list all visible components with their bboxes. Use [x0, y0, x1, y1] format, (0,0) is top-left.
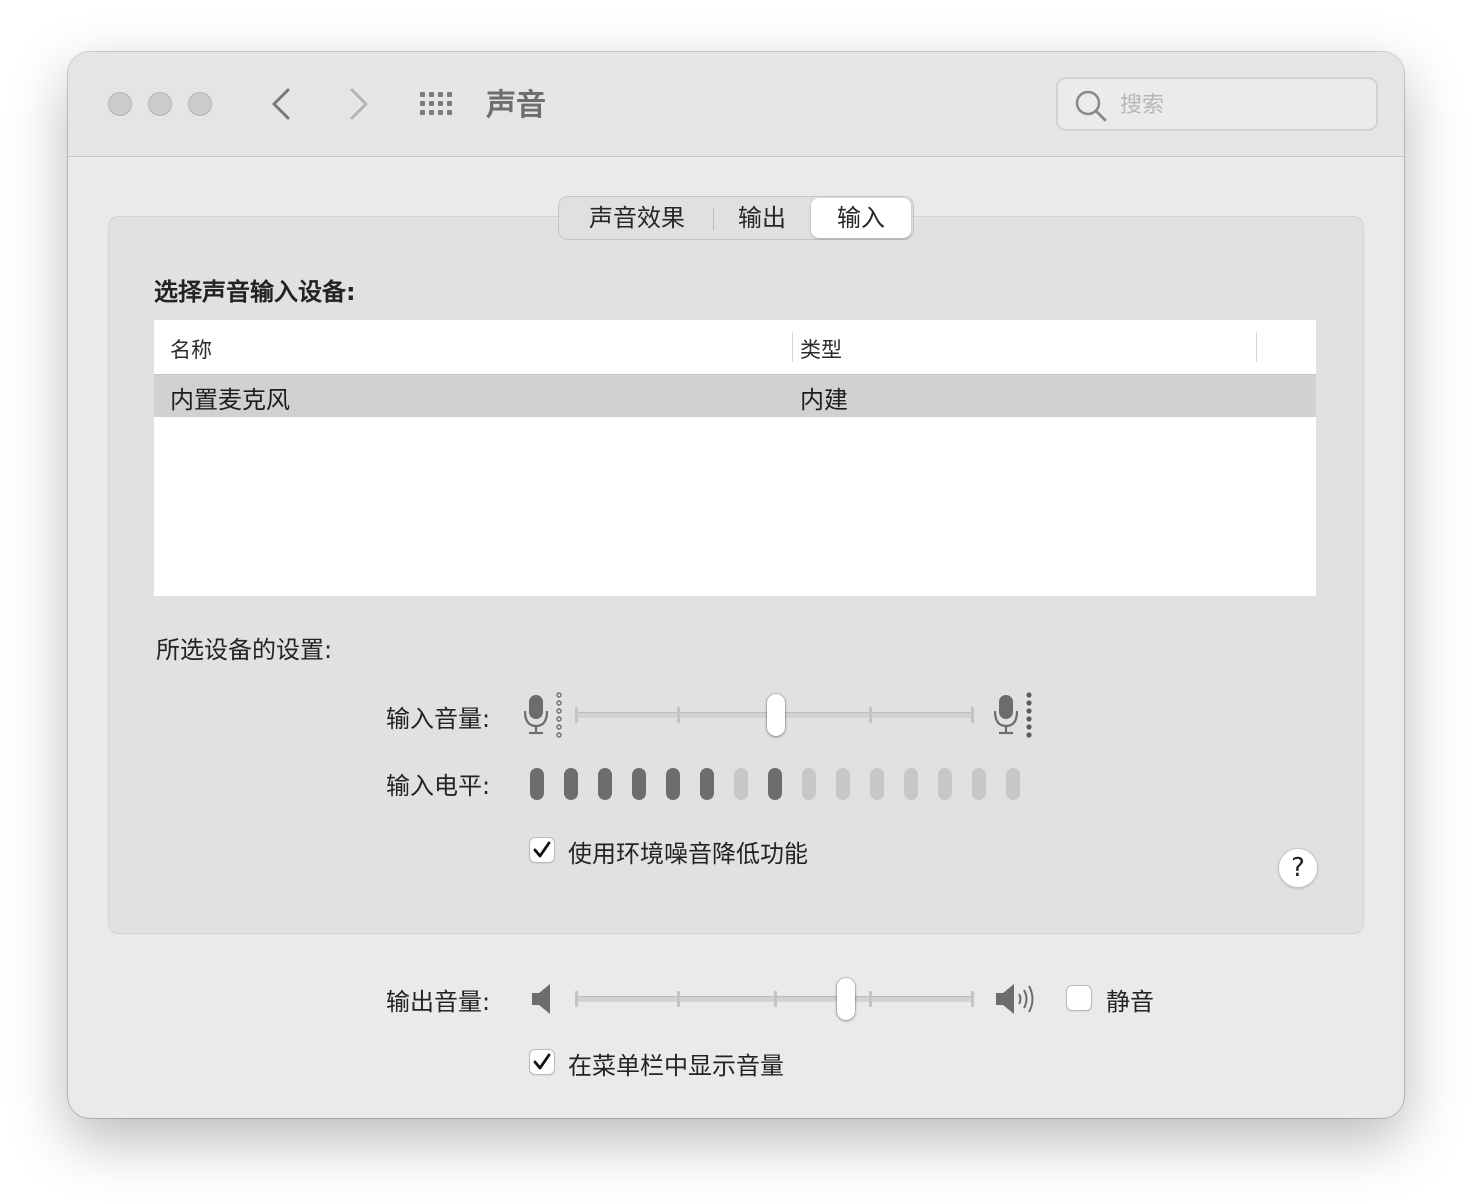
device-type: 内建 [800, 386, 848, 414]
slider-tick [575, 707, 578, 723]
search-field[interactable] [1056, 77, 1378, 131]
level-bar [598, 768, 612, 800]
grid-icon [420, 92, 452, 115]
forward-chevron-icon [350, 88, 368, 120]
sound-preferences-window: 声音 声音效果 输出 输入 选择声音输入设备: 名称 类型 内置麦克风 内建 所… [68, 52, 1404, 1118]
level-bar [700, 768, 714, 800]
slider-tick [677, 707, 680, 723]
mute-label[interactable]: 静音 [1106, 982, 1154, 1017]
input-volume-thumb[interactable] [766, 694, 785, 736]
checkmark-icon [533, 1053, 551, 1070]
device-name: 内置麦克风 [170, 386, 290, 414]
slider-tick [774, 991, 777, 1007]
zoom-button[interactable] [188, 92, 212, 116]
slider-tick [869, 991, 872, 1007]
column-header-type[interactable]: 类型 [800, 334, 842, 364]
search-icon [1075, 90, 1107, 122]
slider-tick [971, 707, 974, 723]
show-in-menubar-checkbox[interactable] [529, 1049, 555, 1075]
level-bar [530, 768, 544, 800]
level-bar [1006, 768, 1020, 800]
input-volume-label: 输入音量: [386, 705, 491, 733]
speaker-high-icon [996, 984, 1034, 1014]
device-section-title: 选择声音输入设备: [154, 278, 356, 306]
settings-section-title: 所选设备的设置: [156, 636, 333, 664]
table-row[interactable]: 内置麦克风 内建 [154, 374, 1316, 417]
level-bar [632, 768, 646, 800]
output-volume-label: 输出音量: [386, 988, 491, 1016]
level-bar [564, 768, 578, 800]
back-chevron-icon [272, 88, 290, 120]
minimize-button[interactable] [148, 92, 172, 116]
level-bar [802, 768, 816, 800]
checkmark-icon [533, 841, 551, 858]
tab-input[interactable]: 输入 [811, 198, 911, 238]
slider-tick [869, 707, 872, 723]
output-volume-thumb[interactable] [836, 978, 855, 1020]
titlebar: 声音 [68, 52, 1404, 157]
level-bar [904, 768, 918, 800]
microphone-low-icon [524, 692, 562, 738]
window-title: 声音 [486, 88, 546, 123]
column-divider [792, 332, 793, 362]
level-bar [870, 768, 884, 800]
show-all-button[interactable] [418, 90, 458, 120]
back-button[interactable] [264, 82, 304, 126]
segmented-tabs: 声音效果 输出 输入 [558, 196, 914, 240]
column-divider [1256, 332, 1257, 362]
slider-tick [971, 991, 974, 1007]
input-level-meter [530, 768, 1030, 802]
noise-reduction-checkbox[interactable] [529, 837, 555, 863]
tab-output[interactable]: 输出 [717, 197, 807, 239]
slider-tick [677, 991, 680, 1007]
close-button[interactable] [108, 92, 132, 116]
tab-divider [713, 208, 714, 230]
level-bar [768, 768, 782, 800]
show-in-menubar-label[interactable]: 在菜单栏中显示音量 [568, 1046, 784, 1081]
speaker-low-icon [532, 984, 550, 1014]
input-device-table: 名称 类型 内置麦克风 内建 [154, 320, 1316, 596]
level-bar [938, 768, 952, 800]
microphone-high-icon [994, 692, 1032, 738]
noise-reduction-label[interactable]: 使用环境噪音降低功能 [568, 834, 808, 869]
level-bar [836, 768, 850, 800]
search-input[interactable] [1118, 87, 1362, 123]
tab-sound-effects[interactable]: 声音效果 [567, 197, 707, 239]
level-bar [972, 768, 986, 800]
help-button[interactable]: ? [1278, 848, 1318, 888]
mute-checkbox[interactable] [1066, 985, 1092, 1011]
slider-tick [575, 991, 578, 1007]
forward-button[interactable] [338, 82, 378, 126]
level-bar [734, 768, 748, 800]
level-bar [666, 768, 680, 800]
column-header-name[interactable]: 名称 [170, 334, 212, 364]
input-level-label: 输入电平: [386, 772, 491, 800]
